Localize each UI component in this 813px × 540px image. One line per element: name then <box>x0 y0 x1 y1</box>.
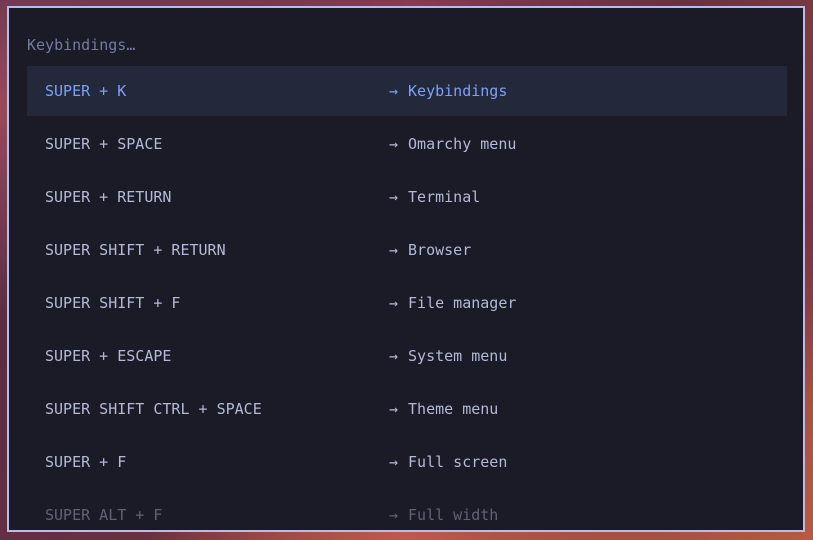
list-item[interactable]: SUPER SHIFT + RETURN → Browser <box>27 225 787 275</box>
keybinding-action: → Terminal <box>389 172 480 222</box>
arrow-right-icon: → <box>389 453 399 471</box>
action-label: Omarchy menu <box>408 135 517 153</box>
keybinding-keys: SUPER + ESCAPE <box>45 347 172 365</box>
keybinding-action: → Theme menu <box>389 384 498 434</box>
keybinding-keys: SUPER + K <box>45 82 127 100</box>
action-label: Terminal <box>408 188 481 206</box>
arrow-right-icon: → <box>389 347 399 365</box>
arrow-right-icon: → <box>389 294 399 312</box>
keybinding-action: → File manager <box>389 278 516 328</box>
keybinding-keys: SUPER SHIFT + RETURN <box>45 241 226 259</box>
arrow-right-icon: → <box>389 188 399 206</box>
action-label: Theme menu <box>408 400 499 418</box>
keybinding-action: → System menu <box>389 331 507 381</box>
list-item[interactable]: SUPER SHIFT CTRL + SPACE → Theme menu <box>27 384 787 434</box>
action-label: System menu <box>408 347 508 365</box>
list-item[interactable]: SUPER + K → Keybindings <box>27 66 787 116</box>
search-input[interactable] <box>27 34 727 56</box>
keybinding-keys: SUPER ALT + F <box>45 506 163 524</box>
keybinding-action: → Full screen <box>389 437 507 487</box>
keybinding-action: → Full width <box>389 490 499 530</box>
results-list: SUPER + K → Keybindings SUPER + SPACE → Om… <box>27 66 787 530</box>
keybinding-keys: SUPER + RETURN <box>45 188 172 206</box>
list-item[interactable]: SUPER ALT + F → Full width <box>27 490 787 530</box>
action-label: File manager <box>408 294 517 312</box>
keybinding-keys: SUPER SHIFT CTRL + SPACE <box>45 400 262 418</box>
list-item[interactable]: SUPER + F → Full screen <box>27 437 787 487</box>
keybinding-keys: SUPER + F <box>45 453 127 471</box>
launcher-window: SUPER + K → Keybindings SUPER + SPACE → Om… <box>7 6 805 532</box>
list-item[interactable]: SUPER + RETURN → Terminal <box>27 172 787 222</box>
arrow-right-icon: → <box>389 400 399 418</box>
keybinding-action: → Browser <box>389 225 471 275</box>
keybinding-action: → Omarchy menu <box>389 119 516 169</box>
arrow-right-icon: → <box>389 82 399 100</box>
keybinding-action: → Keybindings <box>389 66 507 116</box>
arrow-right-icon: → <box>389 135 399 153</box>
keybinding-keys: SUPER SHIFT + F <box>45 294 181 312</box>
list-item[interactable]: SUPER + SPACE → Omarchy menu <box>27 119 787 169</box>
arrow-right-icon: → <box>389 241 399 259</box>
list-item[interactable]: SUPER + ESCAPE → System menu <box>27 331 787 381</box>
action-label: Browser <box>408 241 472 259</box>
action-label: Keybindings <box>408 82 508 100</box>
list-item[interactable]: SUPER SHIFT + F → File manager <box>27 278 787 328</box>
arrow-right-icon: → <box>389 506 399 524</box>
action-label: Full screen <box>408 453 508 471</box>
action-label: Full width <box>408 506 499 524</box>
keybinding-keys: SUPER + SPACE <box>45 135 163 153</box>
